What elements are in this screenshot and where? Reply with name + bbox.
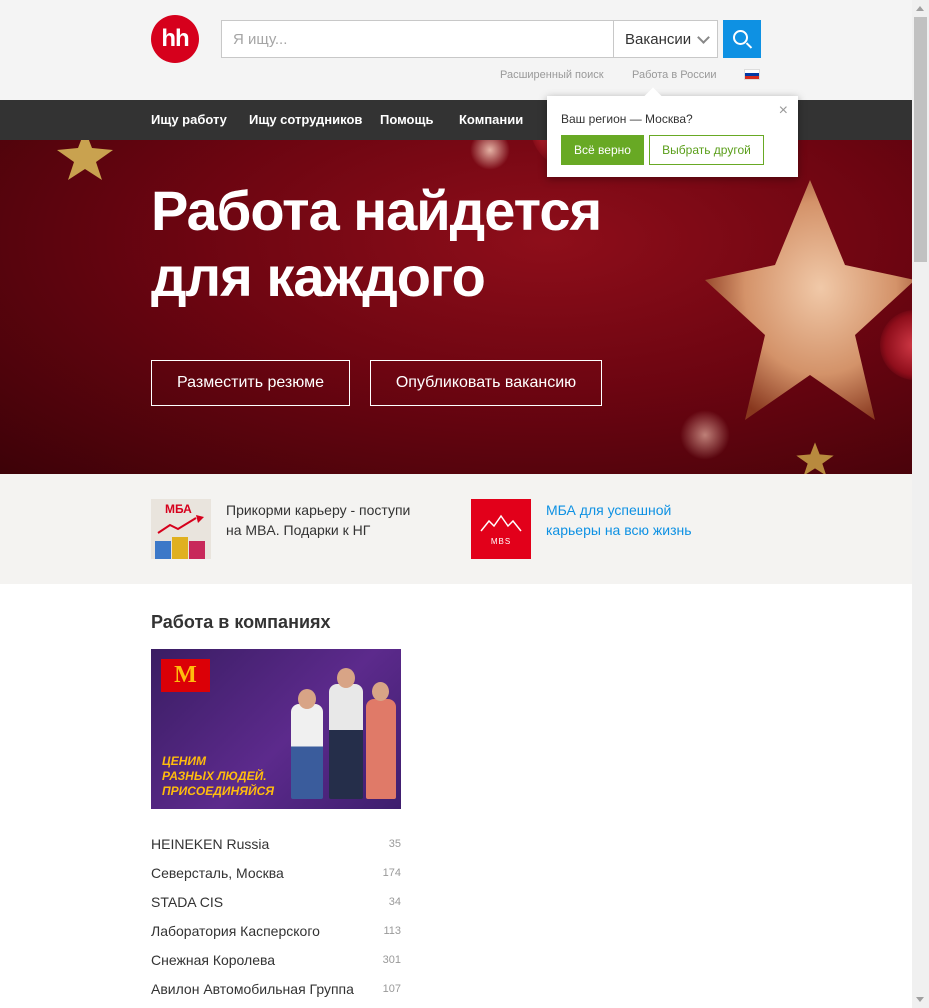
company-name[interactable]: Снежная Королева [151, 952, 275, 968]
person-head [337, 668, 355, 688]
mountain-logo-icon [480, 514, 522, 532]
advanced-search-link[interactable]: Расширенный поиск [500, 69, 604, 81]
person-head [298, 689, 316, 709]
promo-band: МБА Прикорми карьеру - поступи на MBA. П… [0, 474, 912, 584]
mba-promo-image[interactable]: МБА [151, 499, 211, 559]
vacancy-count: 34 [388, 896, 401, 908]
hero-banner: Работа найдется для каждого Разместить р… [0, 140, 912, 474]
company-name[interactable]: Авилон Автомобильная Группа [151, 981, 354, 997]
vacancy-count: 107 [382, 983, 401, 995]
vacancy-count: 301 [382, 954, 401, 966]
page-scrollbar[interactable] [912, 0, 929, 1008]
gift-box [172, 537, 188, 559]
gold-star-icon [57, 140, 113, 180]
close-icon[interactable]: × [779, 103, 788, 119]
vacancy-count: 113 [383, 925, 401, 937]
company-row[interactable]: Северсталь, Москва 174 [151, 863, 401, 892]
gold-star-icon [796, 442, 834, 474]
hh-logo[interactable]: hh [151, 15, 199, 63]
banner-slogan-line2: РАЗНЫХ ЛЮДЕЙ. [162, 769, 267, 783]
company-name[interactable]: Лаборатория Касперского [151, 923, 320, 939]
person-figure [366, 699, 396, 799]
company-row[interactable]: Авилон Автомобильная Группа 107 [151, 979, 401, 1008]
person-figure [291, 704, 323, 799]
region-popup: Ваш регион — Москва? × Всё верно Выбрать… [547, 96, 798, 177]
work-in-russia-link[interactable]: Работа в России [632, 69, 717, 81]
growth-arrow-icon [157, 515, 204, 534]
company-name[interactable]: Северсталь, Москва [151, 865, 284, 881]
company-name[interactable]: STADA CIS [151, 894, 223, 910]
search-type-label: Вакансии [625, 30, 692, 48]
nav-item-companies[interactable]: Компании [459, 112, 523, 127]
hero-title: Работа найдется для каждого [151, 178, 602, 310]
region-change-button[interactable]: Выбрать другой [649, 135, 764, 165]
scroll-up-icon[interactable] [916, 6, 924, 11]
nav-item-find-job[interactable]: Ищу работу [151, 112, 227, 127]
mba-badge: МБА [165, 502, 192, 516]
banner-slogan: ЦЕНИМ РАЗНЫХ ЛЮДЕЙ. ПРИСОЕДИНЯЙСЯ [162, 754, 274, 799]
person-figure [329, 684, 363, 799]
mcdonalds-banner[interactable]: M ЦЕНИМ РАЗНЫХ ЛЮДЕЙ. ПРИСОЕДИНЯЙСЯ [151, 649, 401, 809]
search-icon [733, 30, 748, 45]
hero-title-line2: для каждого [151, 245, 486, 308]
banner-slogan-line1: ЦЕНИМ [162, 754, 207, 768]
company-row[interactable]: STADA CIS 34 [151, 892, 401, 921]
mbs-promo-link[interactable]: МБА для успешной карьеры на всю жизнь [546, 500, 716, 540]
search-box: Вакансии [221, 20, 718, 58]
vacancy-count: 35 [388, 838, 401, 850]
search-input[interactable] [222, 21, 613, 57]
russia-flag-icon[interactable] [744, 69, 760, 80]
scroll-down-icon[interactable] [916, 997, 924, 1002]
companies-section-title: Работа в компаниях [151, 612, 331, 632]
gift-box [189, 541, 205, 559]
region-question: Ваш регион — Москва? [561, 112, 693, 126]
region-confirm-button[interactable]: Всё верно [561, 135, 644, 165]
hero-title-line1: Работа найдется [151, 179, 602, 242]
banner-slogan-line3: ПРИСОЕДИНЯЙСЯ [162, 784, 275, 798]
search-button[interactable] [723, 20, 761, 58]
post-vacancy-button[interactable]: Опубликовать вакансию [370, 360, 602, 406]
company-name[interactable]: HEINEKEN Russia [151, 836, 269, 852]
scroll-thumb[interactable] [914, 17, 927, 262]
logo-text: hh [161, 25, 189, 52]
mba-promo-text[interactable]: Прикорми карьеру - поступи на MBA. Подар… [226, 500, 421, 540]
post-resume-button[interactable]: Разместить резюме [151, 360, 350, 406]
company-row[interactable]: Лаборатория Касперского 113 [151, 921, 401, 950]
star-ornament-icon [705, 180, 912, 420]
site-header: hh Вакансии Расширенный поиск Работа в Р… [0, 0, 912, 100]
vacancy-count: 174 [382, 867, 401, 879]
person-head [372, 682, 389, 701]
nav-item-help[interactable]: Помощь [380, 112, 433, 127]
search-type-select[interactable]: Вакансии [613, 21, 717, 57]
mbs-logo-text: MBS [490, 537, 512, 546]
nav-item-find-employees[interactable]: Ищу сотрудников [249, 112, 362, 127]
chevron-down-icon [697, 31, 710, 44]
company-list: HEINEKEN Russia 35 Северсталь, Москва 17… [151, 834, 401, 1008]
mcdonalds-logo: M [161, 659, 210, 692]
company-row[interactable]: Снежная Королева 301 [151, 950, 401, 979]
bokeh-light [470, 140, 510, 170]
company-row[interactable]: HEINEKEN Russia 35 [151, 834, 401, 863]
gift-box [155, 541, 171, 559]
mbs-promo-logo[interactable]: MBS [471, 499, 531, 559]
